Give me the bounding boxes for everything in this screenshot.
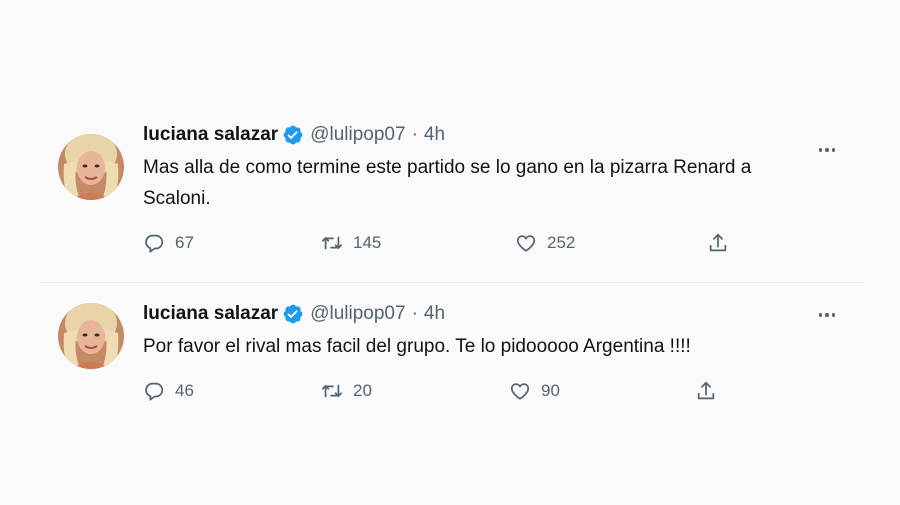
retweet-count: 145: [353, 233, 382, 252]
tweet-text: Por favor el rival mas facil del grupo. …: [143, 336, 691, 357]
tweet[interactable]: luciana salazar @lulipop07 · 4h Mas alla…: [40, 122, 863, 282]
retweet-icon: [321, 384, 343, 398]
tweet-actions: 67 145 252: [143, 230, 863, 256]
reply-count: 67: [175, 233, 194, 252]
reply-count: 46: [175, 381, 194, 400]
display-name[interactable]: luciana salazar: [143, 122, 278, 148]
retweet-icon: [321, 236, 343, 250]
verified-badge-icon: [282, 303, 304, 325]
avatar[interactable]: [58, 134, 124, 200]
retweet-button[interactable]: 145: [321, 232, 515, 254]
like-count: 252: [547, 233, 576, 252]
tweet-text: Mas alla de como termine este partido se…: [143, 157, 752, 209]
heart-icon: [516, 235, 536, 252]
avatar[interactable]: [58, 303, 124, 369]
share-icon: [709, 233, 727, 252]
avatar-image: [58, 134, 124, 200]
share-button[interactable]: [707, 232, 729, 254]
retweet-button[interactable]: 20: [321, 380, 509, 402]
timestamp[interactable]: 4h: [424, 301, 445, 327]
timestamp[interactable]: 4h: [424, 122, 445, 148]
verified-badge-icon: [282, 124, 304, 146]
separator-dot: ·: [411, 124, 418, 145]
tweet[interactable]: luciana salazar @lulipop07 · 4h Por favo…: [40, 283, 863, 403]
like-button[interactable]: 252: [515, 232, 707, 254]
reply-button[interactable]: 46: [143, 380, 321, 402]
user-handle[interactable]: @lulipop07: [310, 301, 405, 327]
display-name[interactable]: luciana salazar: [143, 301, 278, 327]
share-icon: [697, 381, 715, 400]
like-count: 90: [541, 381, 560, 400]
like-button[interactable]: 90: [509, 380, 695, 402]
tweet-feed: luciana salazar @lulipop07 · 4h Mas alla…: [40, 108, 863, 403]
user-handle[interactable]: @lulipop07: [310, 122, 405, 148]
heart-icon: [510, 383, 530, 400]
reply-button[interactable]: 67: [143, 232, 321, 254]
reply-icon: [145, 234, 164, 253]
avatar-image: [58, 303, 124, 369]
more-dots-icon[interactable]: [815, 138, 839, 162]
share-button[interactable]: [695, 380, 717, 402]
tweet-header: luciana salazar @lulipop07 · 4h: [143, 122, 863, 148]
tweet-header: luciana salazar @lulipop07 · 4h: [143, 301, 863, 327]
more-dots-icon[interactable]: [815, 303, 839, 327]
reply-icon: [145, 382, 164, 401]
tweet-actions: 46 20 90: [143, 378, 863, 404]
retweet-count: 20: [353, 381, 372, 400]
separator-dot: ·: [411, 303, 418, 324]
